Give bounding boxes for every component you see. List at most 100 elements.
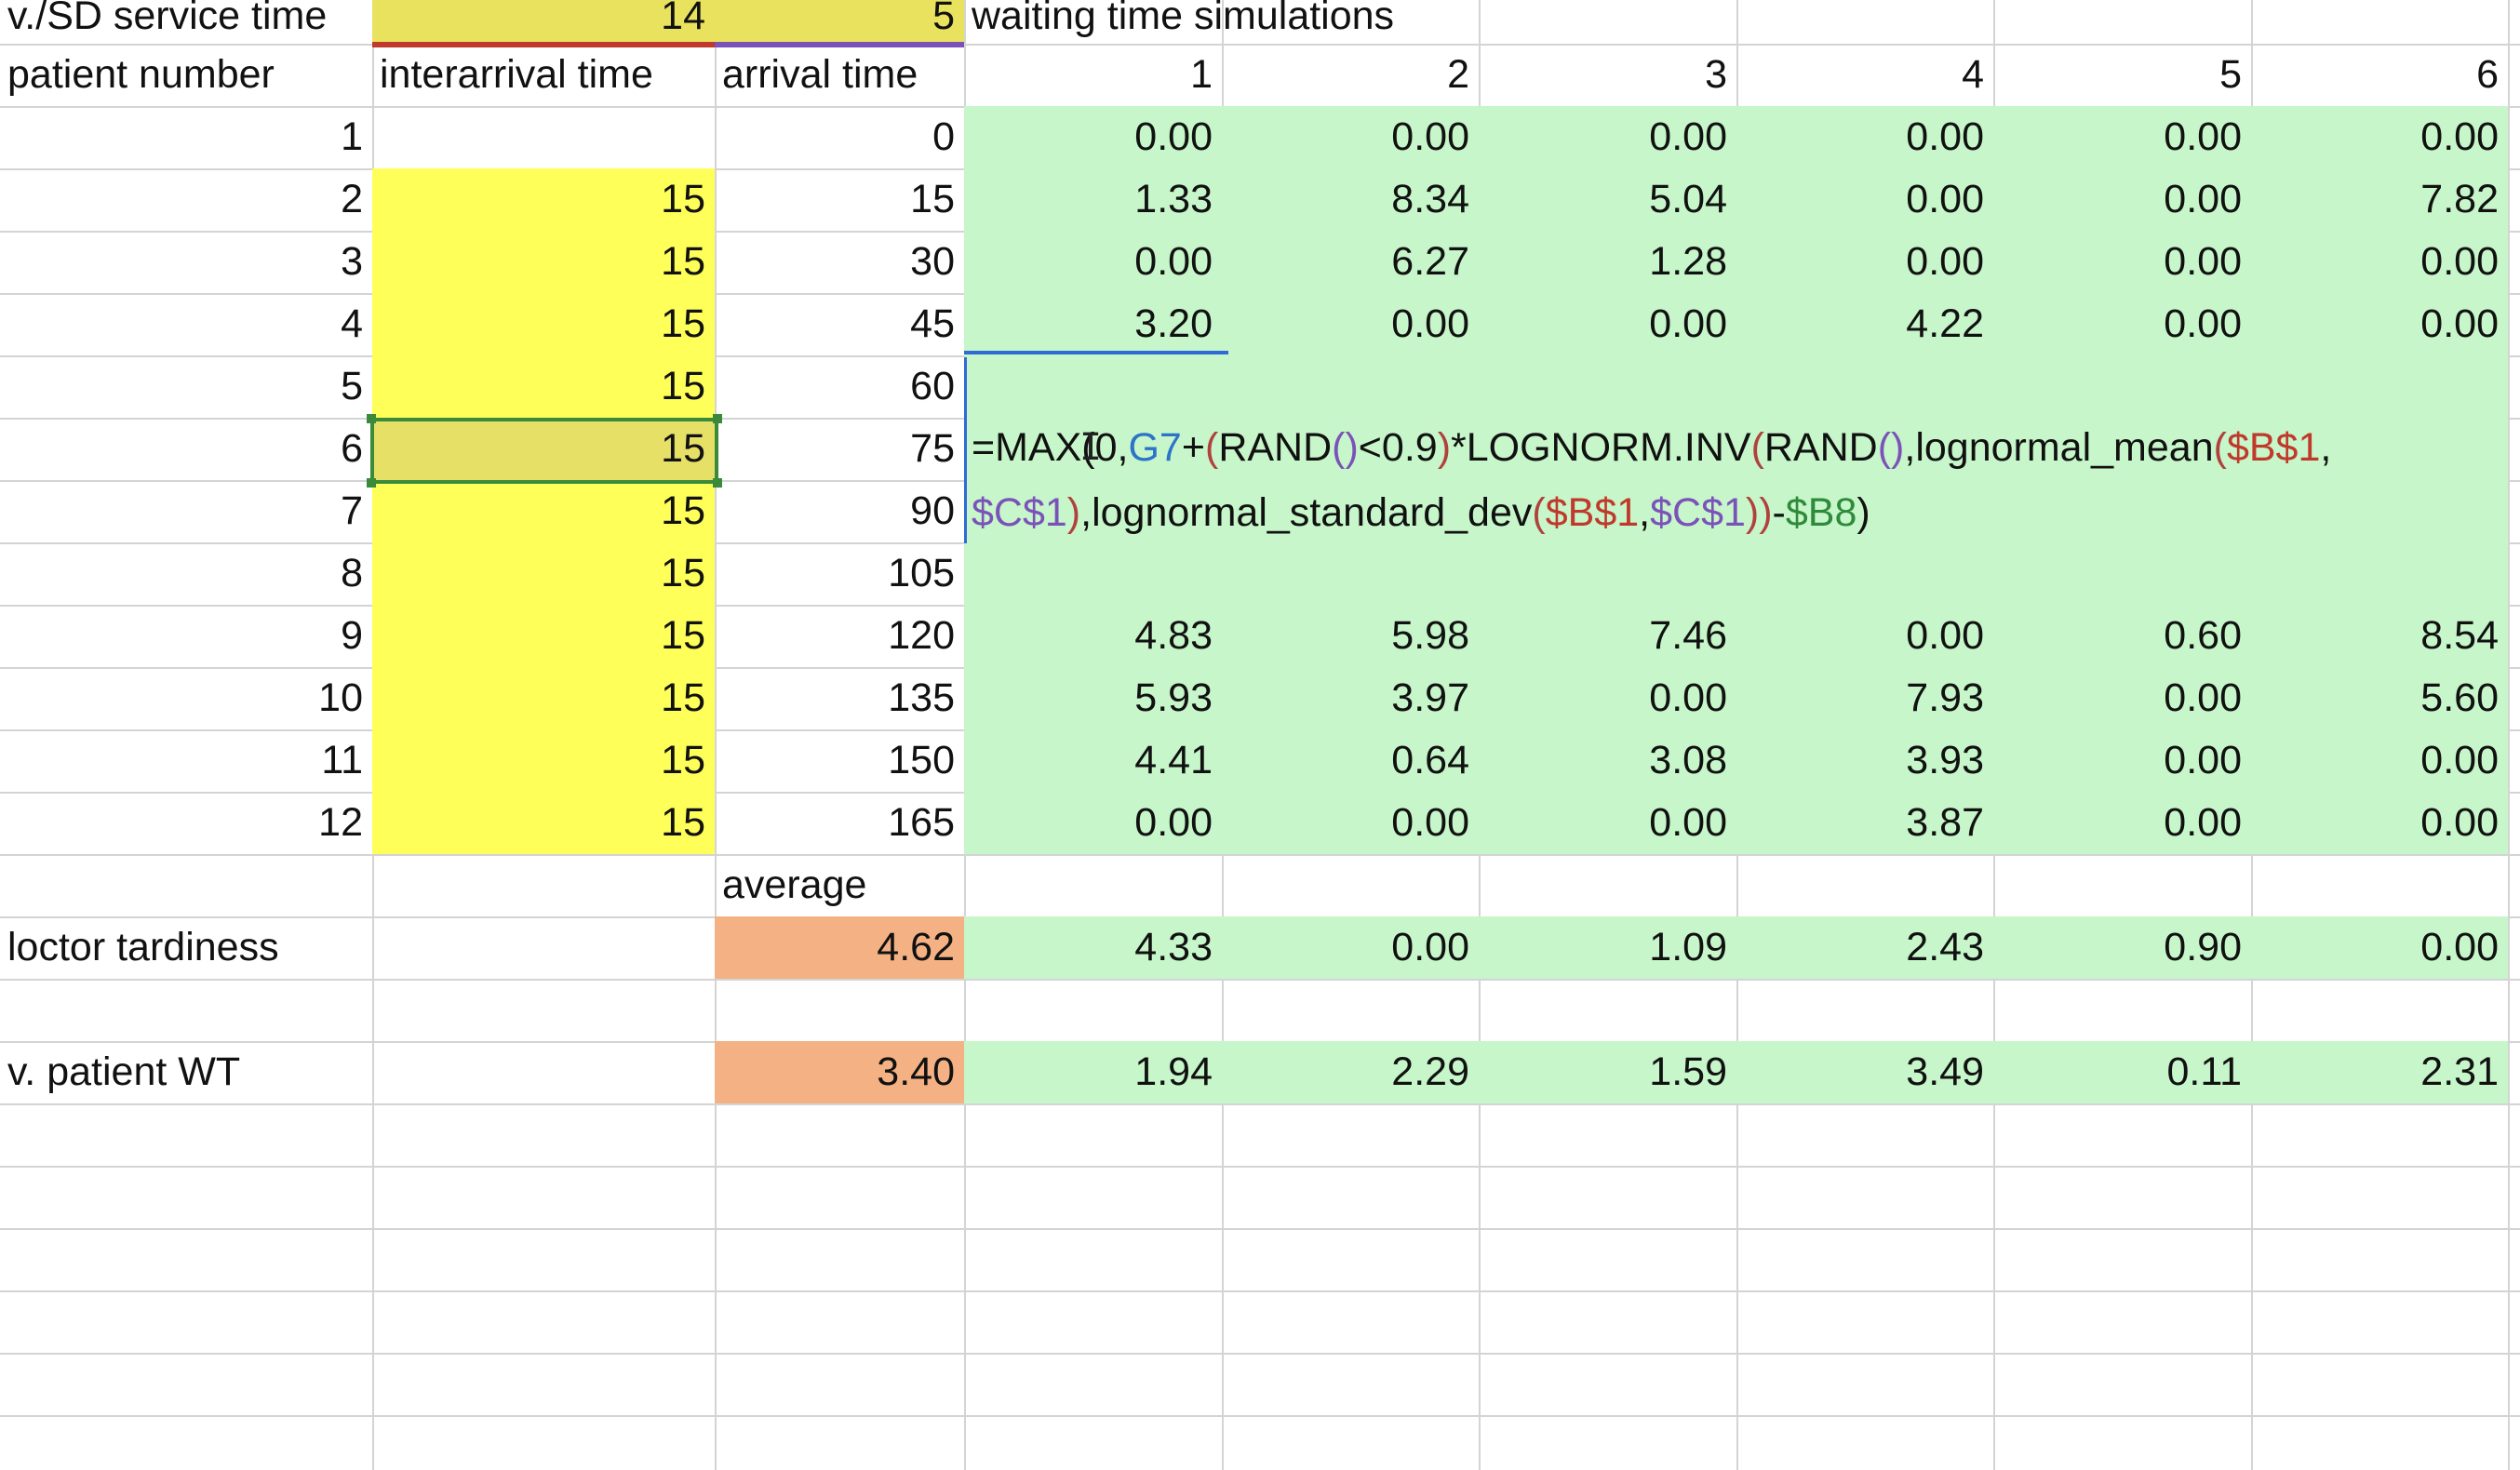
arrival-time-cell[interactable]: 60	[715, 355, 964, 418]
waiting-time-cell[interactable]: 3.08	[1479, 729, 1736, 792]
arrival-time-cell[interactable]: 90	[715, 480, 964, 542]
doctor-tardiness-label[interactable]: loctor tardiness	[0, 916, 372, 979]
waiting-time-cell[interactable]: 1.33	[964, 168, 1222, 231]
waiting-time-cell[interactable]: 3.97	[1222, 667, 1479, 729]
arrival-time-cell[interactable]: 105	[715, 542, 964, 605]
interarrival-time-cell[interactable]: 15	[372, 542, 715, 605]
interarrival-time-cell[interactable]: 15	[372, 293, 715, 355]
interarrival-time-cell[interactable]: 15	[372, 168, 715, 231]
waiting-time-cell[interactable]: 0.00	[2251, 792, 2508, 854]
waiting-time-cell[interactable]: 0.00	[1993, 168, 2251, 231]
waiting-time-cell[interactable]	[1993, 355, 2251, 418]
selection-handle[interactable]	[713, 478, 722, 488]
header-sim-3[interactable]: 3	[1479, 44, 1736, 106]
patient-number-cell[interactable]: 4	[0, 293, 372, 355]
waiting-time-cell[interactable]: 0.00	[1479, 792, 1736, 854]
waiting-time-cell[interactable]: 0.00	[1993, 667, 2251, 729]
selection-handle[interactable]	[713, 414, 722, 423]
doctor-tardiness-sim-cell[interactable]: 1.09	[1479, 916, 1736, 979]
arrival-time-cell[interactable]: 120	[715, 605, 964, 667]
patient-number-cell[interactable]: 6	[0, 418, 372, 480]
waiting-time-cell[interactable]: 1.28	[1479, 231, 1736, 293]
patient-number-cell[interactable]: 10	[0, 667, 372, 729]
waiting-time-cell[interactable]	[2251, 542, 2508, 605]
waiting-time-cell[interactable]	[1736, 542, 1993, 605]
waiting-time-cell[interactable]: 0.00	[1993, 729, 2251, 792]
patient-number-cell[interactable]: 12	[0, 792, 372, 854]
formula-line-2[interactable]: $C$1),lognormal_standard_dev($B$1,$C$1))…	[972, 482, 1870, 544]
waiting-time-cell[interactable]: 0.00	[1736, 168, 1993, 231]
patient-wt-sim-cell[interactable]: 1.94	[964, 1041, 1222, 1103]
arrival-time-cell[interactable]: 30	[715, 231, 964, 293]
waiting-time-cell[interactable]: 0.00	[1222, 106, 1479, 168]
waiting-time-cell[interactable]: 0.00	[1736, 605, 1993, 667]
waiting-time-cell[interactable]: 8.54	[2251, 605, 2508, 667]
interarrival-time-cell[interactable]: 15	[372, 355, 715, 418]
header-interarrival-time[interactable]: interarrival time	[372, 44, 715, 106]
header-sim-6[interactable]: 6	[2251, 44, 2508, 106]
interarrival-time-cell[interactable]: 15	[372, 792, 715, 854]
selection-handle[interactable]	[367, 414, 376, 423]
waiting-time-cell[interactable]: 3.20	[964, 293, 1222, 355]
service-time-sd-cell[interactable]: 5	[715, 0, 964, 47]
waiting-time-cell[interactable]: 5.04	[1479, 168, 1736, 231]
interarrival-time-cell[interactable]: 15	[372, 231, 715, 293]
arrival-time-cell[interactable]: 15	[715, 168, 964, 231]
header-sim-2[interactable]: 2	[1222, 44, 1479, 106]
header-sim-4[interactable]: 4	[1736, 44, 1993, 106]
patient-wt-sim-cell[interactable]: 2.31	[2251, 1041, 2508, 1103]
waiting-time-cell[interactable]	[964, 355, 1222, 418]
arrival-time-cell[interactable]: 135	[715, 667, 964, 729]
waiting-time-cell[interactable]	[2251, 480, 2508, 542]
waiting-time-cell[interactable]: 0.00	[2251, 231, 2508, 293]
arrival-time-cell[interactable]: 75	[715, 418, 964, 480]
arrival-time-cell[interactable]: 45	[715, 293, 964, 355]
waiting-time-cell[interactable]	[2251, 355, 2508, 418]
waiting-time-cell[interactable]: 0.00	[1222, 293, 1479, 355]
waiting-time-cell[interactable]: 0.00	[2251, 293, 2508, 355]
waiting-time-cell[interactable]: 7.93	[1736, 667, 1993, 729]
patient-number-cell[interactable]: 5	[0, 355, 372, 418]
doctor-tardiness-sim-cell[interactable]: 0.90	[1993, 916, 2251, 979]
waiting-time-cell[interactable]: 3.93	[1736, 729, 1993, 792]
simulations-title[interactable]: waiting time simulations	[964, 0, 1709, 47]
doctor-tardiness-sim-cell[interactable]: 2.43	[1736, 916, 1993, 979]
waiting-time-cell[interactable]: 0.00	[1736, 231, 1993, 293]
header-sim-1[interactable]: 1	[964, 44, 1222, 106]
doctor-tardiness-sim-cell[interactable]: 4.33	[964, 916, 1222, 979]
waiting-time-cell[interactable]: 0.00	[1479, 293, 1736, 355]
waiting-time-cell[interactable]: 7.46	[1479, 605, 1736, 667]
waiting-time-cell[interactable]	[1993, 542, 2251, 605]
spreadsheet-grid[interactable]: v./SD service time 14 5 waiting time sim…	[0, 0, 2520, 1470]
service-time-mean-cell[interactable]: 14	[372, 0, 715, 47]
header-patient-number[interactable]: patient number	[0, 44, 372, 106]
waiting-time-cell[interactable]: 0.00	[1993, 792, 2251, 854]
arrival-time-cell[interactable]: 150	[715, 729, 964, 792]
interarrival-time-cell[interactable]: 15	[372, 605, 715, 667]
waiting-time-cell[interactable]	[964, 542, 1222, 605]
patient-wt-label[interactable]: v. patient WT	[0, 1041, 372, 1103]
waiting-time-cell[interactable]: 4.22	[1736, 293, 1993, 355]
doctor-tardiness-average[interactable]: 4.62	[715, 916, 964, 979]
interarrival-time-cell[interactable]: 15	[372, 729, 715, 792]
waiting-time-cell[interactable]: 0.00	[964, 792, 1222, 854]
waiting-time-cell[interactable]: 0.00	[2251, 729, 2508, 792]
waiting-time-cell[interactable]: 0.00	[1479, 106, 1736, 168]
waiting-time-cell[interactable]	[1222, 355, 1479, 418]
waiting-time-cell[interactable]: 3.87	[1736, 792, 1993, 854]
waiting-time-cell[interactable]	[1993, 480, 2251, 542]
patient-number-cell[interactable]: 2	[0, 168, 372, 231]
interarrival-time-cell[interactable]	[372, 106, 715, 168]
patient-number-cell[interactable]: 7	[0, 480, 372, 542]
patient-number-cell[interactable]: 1	[0, 106, 372, 168]
patient-wt-average[interactable]: 3.40	[715, 1041, 964, 1103]
waiting-time-cell[interactable]: 5.93	[964, 667, 1222, 729]
waiting-time-cell[interactable]: 0.00	[1993, 231, 2251, 293]
waiting-time-cell[interactable]	[1479, 355, 1736, 418]
waiting-time-cell[interactable]: 0.64	[1222, 729, 1479, 792]
doctor-tardiness-sim-cell[interactable]: 0.00	[1222, 916, 1479, 979]
waiting-time-cell[interactable]: 5.98	[1222, 605, 1479, 667]
selection-handle[interactable]	[367, 478, 376, 488]
doctor-tardiness-sim-cell[interactable]: 0.00	[2251, 916, 2508, 979]
waiting-time-cell[interactable]: 0.00	[1479, 667, 1736, 729]
